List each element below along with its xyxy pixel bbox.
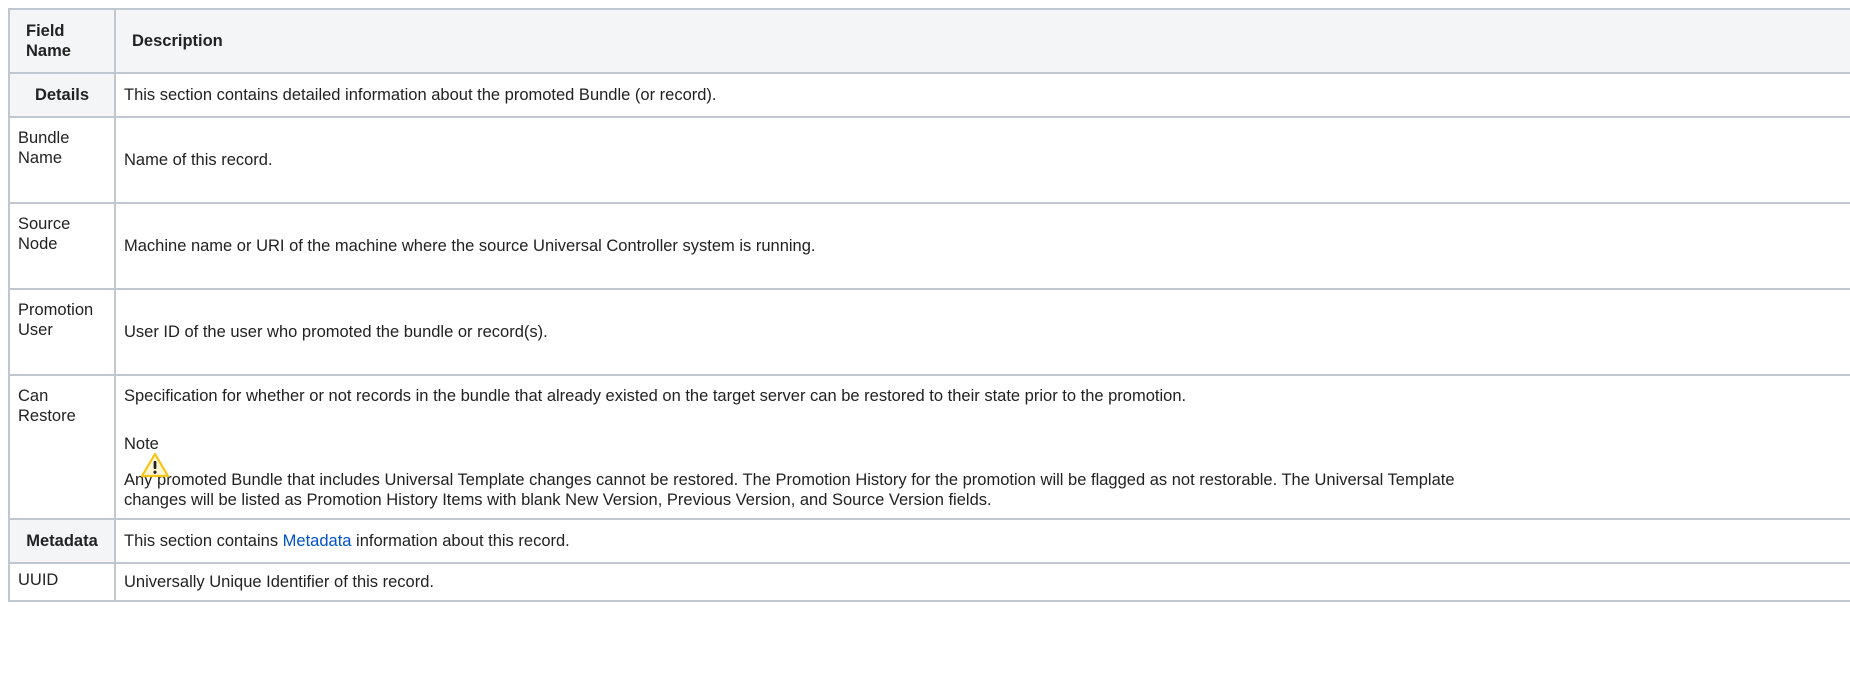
- field-label-bundle-name: Bundle Name: [8, 116, 116, 204]
- field-description-promotion-user: User ID of the user who promoted the bun…: [114, 288, 1850, 376]
- field-label-uuid: UUID: [8, 562, 116, 602]
- table-row: Source Node Machine name or URI of the m…: [8, 202, 1850, 290]
- field-label-can-restore: Can Restore: [8, 374, 116, 520]
- warning-icon: [140, 452, 170, 478]
- field-label-source-node: Source Node: [8, 202, 116, 290]
- table-header-row: Field Name Description: [8, 8, 1850, 74]
- metadata-description-prefix: This section contains: [124, 532, 283, 550]
- table-row: Bundle Name Name of this record.: [8, 116, 1850, 204]
- section-label-metadata: Metadata: [8, 518, 116, 564]
- table-row: UUID Universally Unique Identifier of th…: [8, 562, 1850, 602]
- table-row: Metadata This section contains Metadata …: [8, 518, 1850, 564]
- field-table: Field Name Description Details This sect…: [8, 8, 1850, 602]
- section-description-metadata: This section contains Metadata informati…: [114, 518, 1850, 564]
- field-description-bundle-name: Name of this record.: [114, 116, 1850, 204]
- field-description-source-node: Machine name or URI of the machine where…: [114, 202, 1850, 290]
- table-row: Promotion User User ID of the user who p…: [8, 288, 1850, 376]
- field-label-promotion-user: Promotion User: [8, 288, 116, 376]
- header-field-name: Field Name: [8, 8, 116, 74]
- table-row: Details This section contains detailed i…: [8, 72, 1850, 118]
- note-body: Any promoted Bundle that includes Univer…: [124, 471, 1455, 509]
- field-table-wrapper: Field Name Description Details This sect…: [8, 8, 1850, 602]
- header-description: Description: [114, 8, 1850, 74]
- metadata-description-suffix: information about this record.: [351, 532, 570, 550]
- table-row: Can Restore Specification for whether or…: [8, 374, 1850, 520]
- section-label-details: Details: [8, 72, 116, 118]
- note-title: Note: [124, 435, 159, 453]
- note-panel: Note: [124, 434, 1850, 478]
- section-description-details: This section contains detailed informati…: [114, 72, 1850, 118]
- metadata-link[interactable]: Metadata: [283, 532, 352, 550]
- field-description-uuid: Universally Unique Identifier of this re…: [114, 562, 1850, 602]
- field-description-can-restore: Specification for whether or not records…: [114, 374, 1850, 520]
- can-restore-description: Specification for whether or not records…: [124, 387, 1187, 405]
